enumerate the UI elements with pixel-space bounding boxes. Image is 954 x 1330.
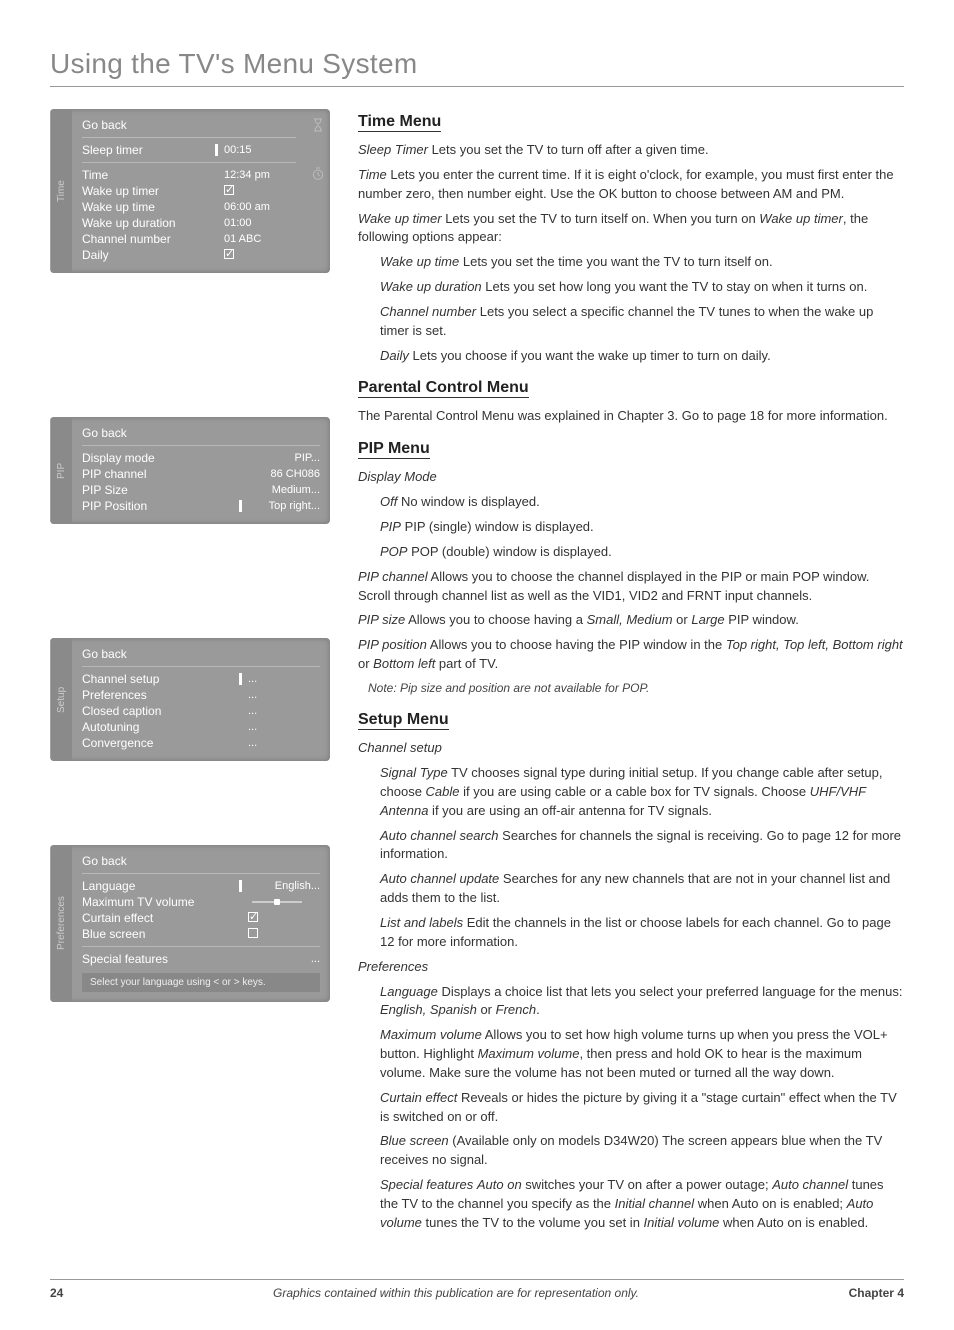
osd-setup: Setup Go back Channel setup... Preferenc… — [50, 638, 330, 761]
hourglass-icon — [310, 117, 326, 136]
chapter-label: Chapter 4 — [849, 1286, 904, 1300]
setup-channel-setup: Channel setup — [358, 739, 904, 758]
setup-preferences: Preferences — [358, 958, 904, 977]
heading-time-menu: Time Menu — [358, 113, 904, 133]
osd-time-tag: Time — [50, 109, 72, 273]
osd-go-back: Go back — [82, 118, 296, 132]
checkbox-empty-icon — [248, 928, 258, 938]
checkbox-icon — [248, 912, 258, 922]
parental-text: The Parental Control Menu was explained … — [358, 407, 904, 426]
page-number: 24 — [50, 1286, 63, 1300]
osd-setup-tag: Setup — [50, 638, 72, 761]
page-title: Using the TV's Menu System — [50, 48, 904, 87]
osd-pip-tag: PIP — [50, 417, 72, 524]
text-column: Time Menu Sleep Timer Lets you set the T… — [358, 109, 904, 1239]
clock-icon — [310, 166, 326, 185]
pip-display-mode: Display Mode — [358, 468, 904, 487]
osd-time: Time Go back Sleep timer00:15 Time12:34 … — [50, 109, 330, 273]
footer-note: Graphics contained within this publicati… — [63, 1286, 848, 1300]
osd-hint: Select your language using < or > keys. — [82, 973, 320, 992]
osd-preferences-wrapper: Preferences Go back LanguageEnglish... M… — [50, 845, 330, 1002]
heading-parental: Parental Control Menu — [358, 379, 904, 399]
checkbox-icon — [224, 185, 234, 195]
pip-note: Note: Pip size and position are not avai… — [368, 680, 904, 697]
heading-pip: PIP Menu — [358, 440, 904, 460]
osd-preferences: Preferences Go back LanguageEnglish... M… — [50, 845, 330, 1002]
heading-setup: Setup Menu — [358, 711, 904, 731]
osd-pref-tag: Preferences — [50, 845, 72, 1002]
slider-icon — [252, 901, 302, 903]
osd-pip: PIP Go back Display modePIP... PIP chann… — [50, 417, 330, 524]
page-footer: 24 Graphics contained within this public… — [50, 1279, 904, 1300]
checkbox-icon — [224, 249, 234, 259]
figures-column: Time Go back Sleep timer00:15 Time12:34 … — [50, 109, 330, 1239]
